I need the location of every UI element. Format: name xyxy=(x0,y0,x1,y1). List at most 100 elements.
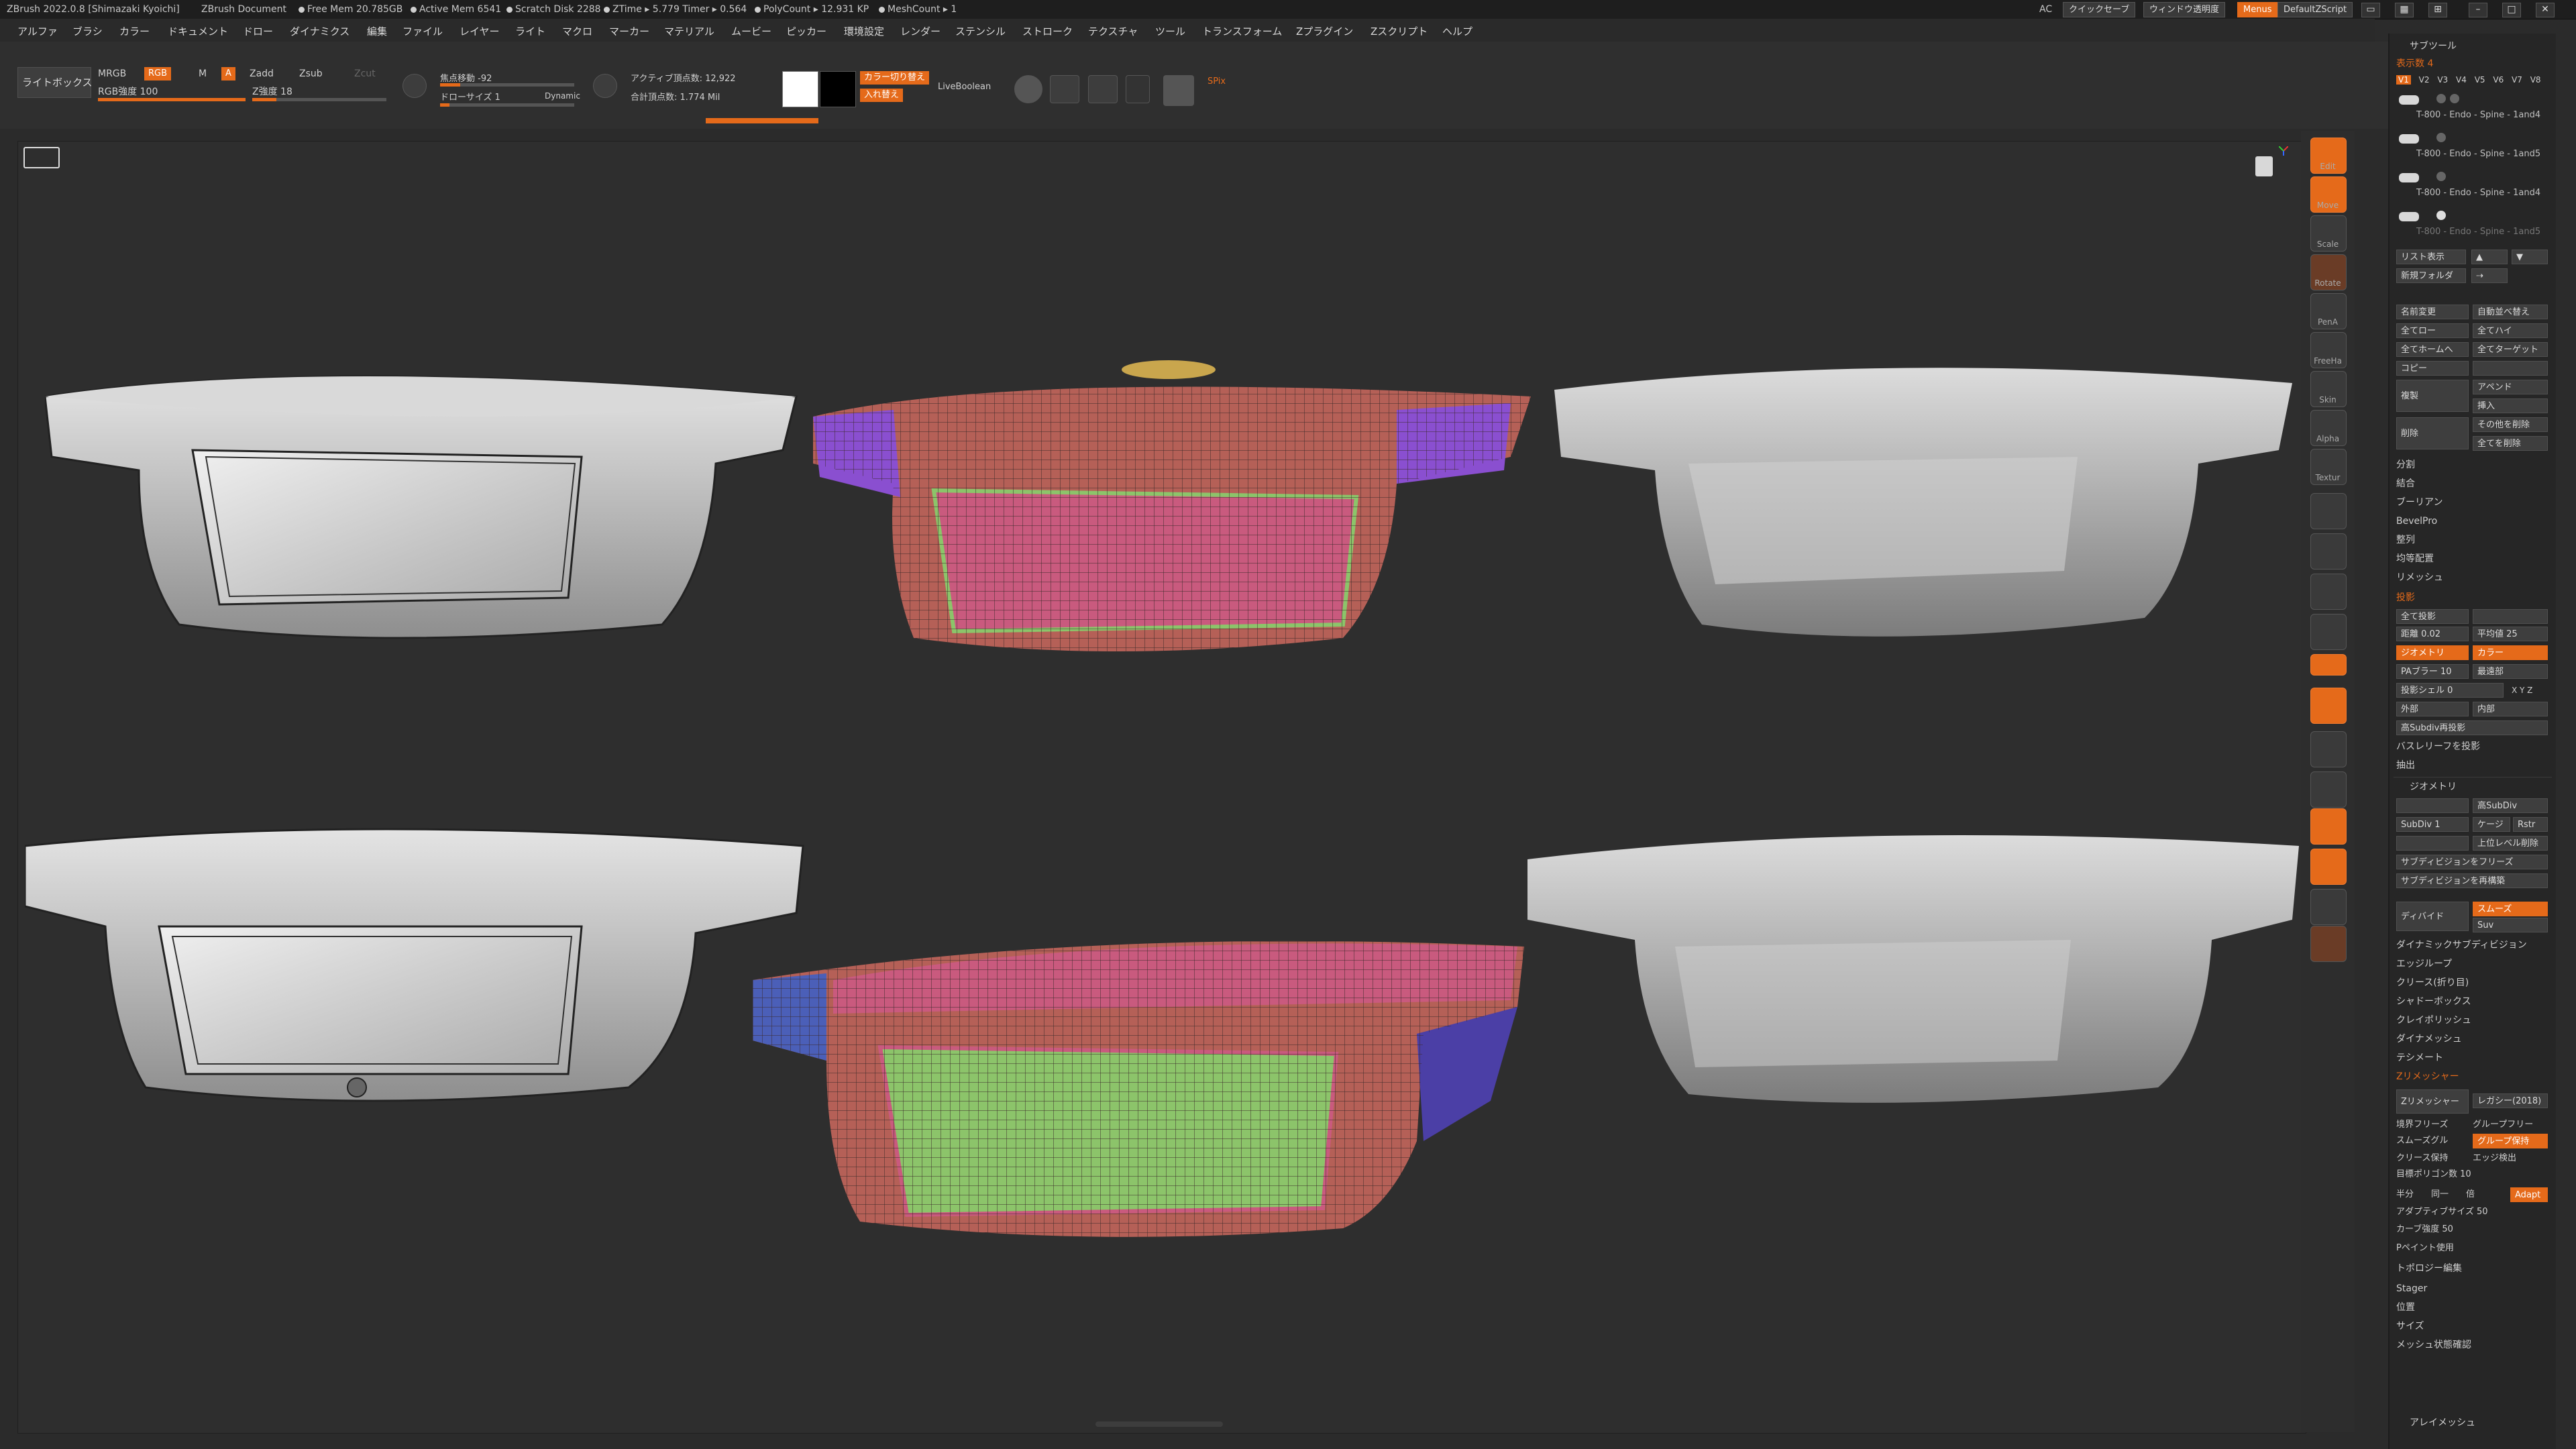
menu-stroke[interactable]: ストローク xyxy=(1022,24,1073,38)
menu-render[interactable]: レンダー xyxy=(900,24,941,38)
subtool-header[interactable]: サブツール xyxy=(2410,39,2457,54)
zremesher-button[interactable]: Zリメッシャー xyxy=(2396,1089,2469,1114)
rgb-toggle[interactable]: RGB xyxy=(144,67,172,80)
topology-edit-menu[interactable]: トポロジー編集 xyxy=(2396,1261,2462,1276)
floor-button[interactable] xyxy=(2310,574,2347,610)
suv-toggle[interactable]: Suv xyxy=(2473,918,2548,932)
freeze-groups-toggle[interactable]: グループフリー xyxy=(2473,1118,2533,1132)
rename-button[interactable]: 名前変更 xyxy=(2396,305,2469,319)
focal-shift-label[interactable]: 焦点移動 -92 xyxy=(440,71,492,84)
zcut-toggle[interactable]: Zcut xyxy=(354,68,376,79)
legacy-button[interactable]: レガシー(2018) xyxy=(2473,1093,2548,1108)
frame-button[interactable] xyxy=(2310,688,2347,724)
move-view-button[interactable] xyxy=(2310,731,2347,767)
menu-stencil[interactable]: ステンシル xyxy=(955,24,1006,38)
menu-zscript[interactable]: Zスクリプト xyxy=(1371,24,1428,38)
version-v5[interactable]: V5 xyxy=(2475,75,2485,85)
adapt-toggle[interactable]: Adapt xyxy=(2510,1187,2548,1202)
target-poly-slider[interactable]: 目標ポリゴン数 10 xyxy=(2396,1167,2471,1182)
curve-strength-slider[interactable]: カーブ強度 50 xyxy=(2396,1222,2453,1237)
project-menu[interactable]: 投影 xyxy=(2396,590,2415,605)
lock-camera-icon[interactable] xyxy=(2255,156,2273,176)
menu-file[interactable]: ファイル xyxy=(402,24,443,38)
swap-color-button[interactable]: 入れ替え xyxy=(860,89,904,102)
project-all-extra-button[interactable] xyxy=(2473,609,2548,624)
draw-size-label[interactable]: ドローサイズ 1 xyxy=(440,90,500,103)
a-toggle[interactable]: A xyxy=(221,67,235,80)
remesh-menu[interactable]: リメッシュ xyxy=(2396,570,2443,585)
all-low-button[interactable]: 全てロー xyxy=(2396,323,2469,338)
xyz-button[interactable] xyxy=(2310,654,2347,676)
mesh-polygroup-bottom-middle[interactable] xyxy=(753,913,1558,1248)
dynamesh-menu[interactable]: ダイナメッシュ xyxy=(2396,1032,2462,1046)
higher-subdiv-button[interactable]: 高SubDiv xyxy=(2473,798,2548,813)
lightbox-button[interactable]: ライトボックス xyxy=(17,67,93,98)
cage-button[interactable]: ケージ xyxy=(2473,817,2510,832)
down-arrow-icon[interactable]: ▼ xyxy=(2512,250,2548,264)
boolean-menu[interactable]: ブーリアン xyxy=(2396,495,2443,510)
maximize-icon[interactable]: □ xyxy=(2502,3,2521,17)
solo-button[interactable] xyxy=(2310,889,2347,925)
distance-slider[interactable]: 距離 0.02 xyxy=(2396,627,2469,641)
clay-polish-menu[interactable]: クレイポリッシュ xyxy=(2396,1013,2471,1028)
inner-toggle[interactable]: 内部 xyxy=(2473,702,2548,716)
new-folder-button[interactable]: 新規フォルダ xyxy=(2396,268,2466,283)
subtool-item[interactable]: T-800 - Endo - Spine - 1and4 xyxy=(2396,169,2548,203)
crease-menu[interactable]: クリース(折り目) xyxy=(2396,975,2469,990)
smooth-groups-slider[interactable]: スムーズグル xyxy=(2396,1134,2448,1148)
polyf-button[interactable] xyxy=(2310,808,2347,845)
menu-preferences[interactable]: 環境設定 xyxy=(844,24,884,38)
z-intensity-slider[interactable] xyxy=(252,98,386,101)
local-button[interactable] xyxy=(2310,614,2347,650)
zsub-toggle[interactable]: Zsub xyxy=(299,68,323,79)
menu-help[interactable]: ヘルプ xyxy=(1442,24,1472,38)
eye-icon[interactable] xyxy=(2436,172,2446,181)
default-zscript-button[interactable]: DefaultZScript xyxy=(2277,2,2353,17)
freeze-subdiv-button[interactable]: サブディビジョンをフリーズ xyxy=(2396,855,2548,869)
half-toggle[interactable]: 半分 xyxy=(2396,1187,2414,1202)
all-to-home-button[interactable]: 全てホームへ xyxy=(2396,342,2469,357)
secondary-color-swatch[interactable] xyxy=(820,71,856,107)
append-button[interactable]: アペンド xyxy=(2473,380,2548,394)
menu-texture[interactable]: テクスチャ xyxy=(1088,24,1138,38)
material-button[interactable] xyxy=(2310,493,2347,529)
extract-menu[interactable]: 抽出 xyxy=(2396,758,2415,773)
rstr-button[interactable]: Rstr xyxy=(2513,817,2548,832)
geometry-toggle[interactable]: ジオメトリ xyxy=(2396,645,2469,660)
floor-grid-icon[interactable] xyxy=(23,147,60,168)
project-all-button[interactable]: 全て投影 xyxy=(2396,609,2469,624)
transp-button[interactable] xyxy=(2310,849,2347,885)
all-high-button[interactable]: 全てハイ xyxy=(2473,323,2548,338)
draw-size-slider[interactable] xyxy=(440,103,574,107)
menu-draw[interactable]: ドロー xyxy=(243,24,273,38)
mesh-smooth-bottom-right[interactable] xyxy=(1521,819,2306,1114)
version-v6[interactable]: V6 xyxy=(2493,75,2504,85)
menu-alpha[interactable]: アルファ xyxy=(17,24,58,38)
subtool-item[interactable]: T-800 - Endo - Spine - 1and5 xyxy=(2396,208,2548,241)
persp-button[interactable] xyxy=(2310,533,2347,570)
tessimate-menu[interactable]: テシメート xyxy=(2396,1051,2443,1065)
sphere-icon[interactable] xyxy=(1014,75,1042,103)
menu-light[interactable]: ライト xyxy=(515,24,545,38)
mesh-gray-sculpt-bottom-left[interactable] xyxy=(25,819,810,1114)
adaptive-size-slider[interactable]: アダプティブサイズ 50 xyxy=(2396,1205,2488,1220)
menu-layer[interactable]: レイヤー xyxy=(460,24,500,38)
palette-icon[interactable]: ▦ xyxy=(2395,3,2414,17)
use-polypaint-toggle[interactable]: Pペイント使用 xyxy=(2396,1241,2454,1256)
outer-toggle[interactable]: 外部 xyxy=(2396,702,2469,716)
menu-document[interactable]: ドキュメント xyxy=(168,24,228,38)
stager-menu[interactable]: Stager xyxy=(2396,1281,2427,1296)
quicksave-button[interactable]: クイックセーブ xyxy=(2063,2,2136,17)
ui-icon[interactable]: ⊞ xyxy=(2428,3,2447,17)
eye-icon[interactable] xyxy=(2436,211,2446,220)
projection-shell-slider[interactable]: 投影シェル 0 xyxy=(2396,683,2504,698)
visible-count[interactable]: 表示数 4 xyxy=(2396,56,2433,71)
minimize-icon[interactable]: – xyxy=(2469,3,2487,17)
delete-higher-button[interactable]: 上位レベル削除 xyxy=(2473,836,2548,851)
copy-button[interactable]: コピー xyxy=(2396,361,2469,376)
menu-zplugin[interactable]: Zプラグイン xyxy=(1296,24,1353,38)
canvas-viewport[interactable] xyxy=(17,141,2306,1434)
duplicate-button[interactable]: 複製 xyxy=(2396,380,2469,412)
mesh-gray-sculpt-top-left[interactable] xyxy=(45,356,803,651)
same-toggle[interactable]: 同一 xyxy=(2431,1187,2449,1202)
